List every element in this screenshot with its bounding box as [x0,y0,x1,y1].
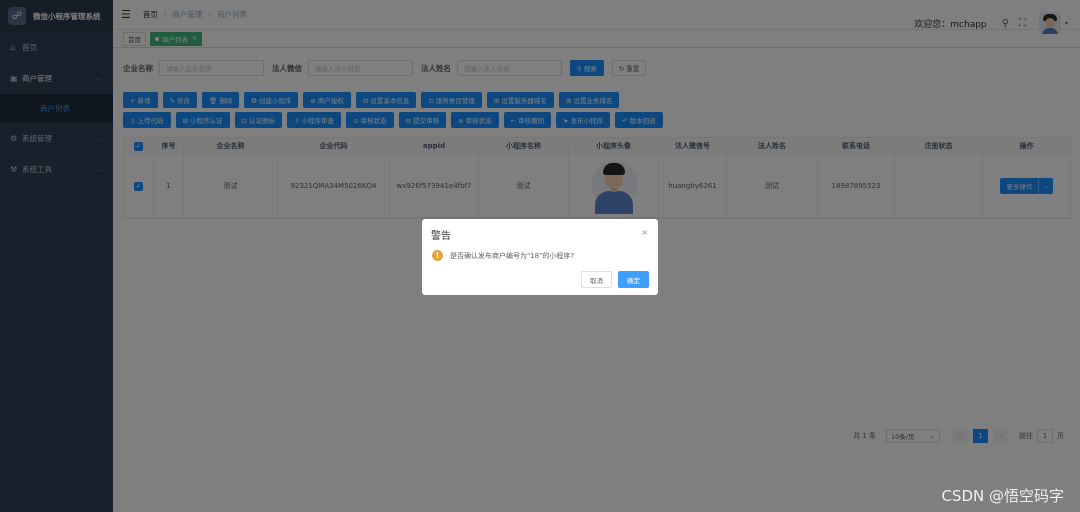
dialog-title: 警告 [431,231,451,242]
watermark: CSDN @悟空码字 [941,487,1064,505]
dialog-buttons: 取消 确定 [575,271,649,288]
close-icon[interactable]: × [641,228,648,237]
confirm-button[interactable]: 确定 [618,271,649,288]
dialog-message: ! 是否确认发布商户编号为"18"的小程序? [432,250,574,261]
dialog-message-text: 是否确认发布商户编号为"18"的小程序? [450,251,575,260]
cancel-button[interactable]: 取消 [581,271,612,288]
warning-icon: ! [432,250,443,261]
confirm-dialog: 警告 × ! 是否确认发布商户编号为"18"的小程序? 取消 确定 [422,219,658,295]
